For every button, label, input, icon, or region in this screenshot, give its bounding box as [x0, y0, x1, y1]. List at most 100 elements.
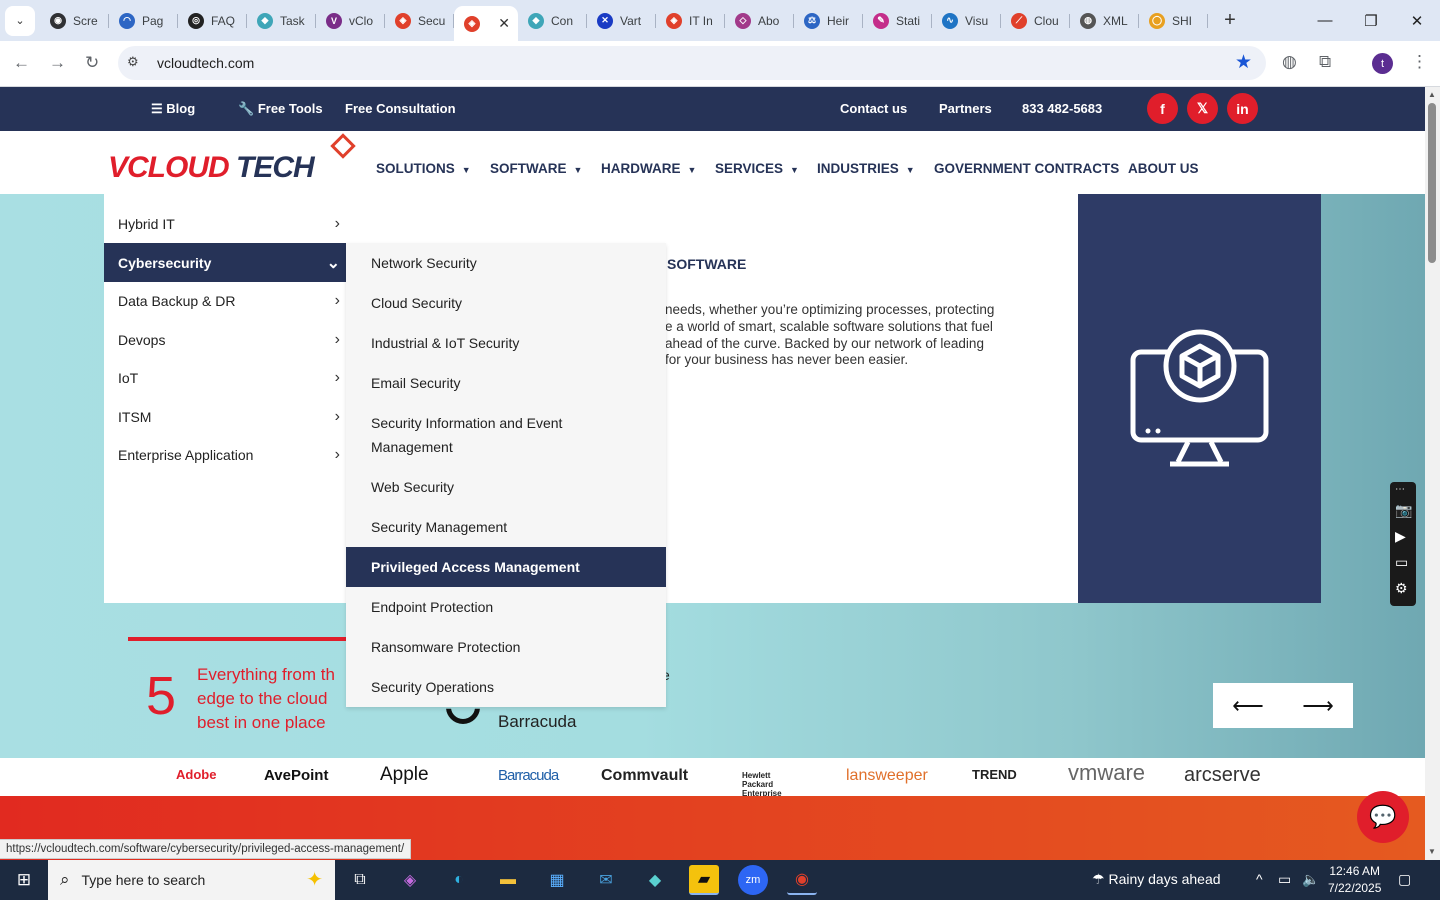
submenu-item[interactable]: Industrial & IoT Security: [346, 327, 666, 359]
chat-widget-button[interactable]: 💬: [1357, 791, 1409, 843]
browser-tab[interactable]: ◈ IT In: [656, 6, 725, 36]
file-explorer-icon[interactable]: ▬: [493, 865, 523, 895]
submenu-item[interactable]: Email Security: [346, 367, 666, 399]
app-cube-icon[interactable]: ◆: [640, 865, 670, 895]
more-icon[interactable]: ⋯: [1395, 484, 1405, 495]
scroll-thumb[interactable]: [1428, 103, 1436, 263]
facebook-icon[interactable]: f: [1147, 93, 1178, 124]
menu-item[interactable]: IoT ›: [104, 358, 346, 397]
task-view-icon[interactable]: ⧉: [345, 865, 375, 895]
menu-item[interactable]: Cybersecurity ⌄: [104, 243, 346, 282]
tab-search-dropdown-icon[interactable]: ⌄: [5, 5, 35, 36]
menu-item[interactable]: Enterprise Application ›: [104, 435, 346, 474]
submenu-item[interactable]: Web Security: [346, 471, 666, 503]
tab-favicon-icon: ◆: [257, 12, 273, 29]
linkedin-icon[interactable]: in: [1227, 93, 1258, 124]
profile-avatar[interactable]: t: [1372, 53, 1393, 74]
chrome-icon[interactable]: ◉: [787, 865, 817, 895]
mail-icon[interactable]: ✉: [591, 865, 621, 895]
nav-services[interactable]: SERVICES ▼: [715, 161, 799, 176]
minimize-icon[interactable]: —: [1302, 0, 1348, 41]
browser-tab[interactable]: ⟋ Clou: [1001, 6, 1070, 36]
browser-tab[interactable]: ◠ Pag: [109, 6, 178, 36]
browser-tab[interactable]: ◈ ✕: [454, 6, 518, 41]
nav-hardware[interactable]: HARDWARE ▼: [601, 161, 696, 176]
bookmark-star-icon[interactable]: ★: [1235, 51, 1252, 74]
nav-solutions[interactable]: SOLUTIONS ▼: [376, 161, 471, 176]
submenu-item[interactable]: Cloud Security: [346, 287, 666, 319]
nav-government-contracts[interactable]: GOVERNMENT CONTRACTS: [934, 161, 1119, 176]
blog-link[interactable]: ☰ Blog: [151, 101, 195, 117]
reload-icon[interactable]: ↻: [85, 53, 99, 73]
extensions-icon[interactable]: ⧉: [1319, 52, 1331, 72]
zoom-icon[interactable]: zm: [738, 865, 768, 895]
camera-icon[interactable]: 📷: [1395, 502, 1412, 519]
browser-tab[interactable]: ◍ XML: [1070, 6, 1139, 36]
menu-item[interactable]: Hybrid IT ›: [104, 204, 346, 243]
submenu-item[interactable]: Security Information and Event Managemen…: [346, 407, 666, 463]
url-text[interactable]: vcloudtech.com: [157, 55, 254, 71]
settings-gear-icon[interactable]: ⚙: [1395, 580, 1408, 597]
network-icon[interactable]: ▭: [1278, 871, 1291, 888]
browser-tab[interactable]: ✎ Stati: [863, 6, 932, 36]
browser-tab[interactable]: ◎ FAQ: [178, 6, 247, 36]
browser-tab[interactable]: VvClo: [316, 6, 385, 36]
video-icon[interactable]: ▶: [1395, 528, 1406, 545]
browser-tab[interactable]: ◉ Scre: [40, 6, 109, 36]
submenu-item[interactable]: Security Operations: [346, 671, 666, 703]
nav-about-us[interactable]: ABOUT US: [1128, 161, 1199, 176]
browser-tab[interactable]: ◆ Con: [518, 6, 587, 36]
sticky-notes-icon[interactable]: ▰: [689, 865, 719, 895]
site-logo[interactable]: VCLOUD TECH: [108, 133, 356, 185]
nav-software[interactable]: SOFTWARE ▼: [490, 161, 582, 176]
submenu-item[interactable]: Ransomware Protection: [346, 631, 666, 663]
browser-tab[interactable]: ◆ Task: [247, 6, 316, 36]
x-twitter-icon[interactable]: 𝕏: [1187, 93, 1218, 124]
forward-icon[interactable]: →: [49, 53, 66, 73]
contact-link[interactable]: Contact us: [840, 101, 907, 116]
tray-chevron-icon[interactable]: ^: [1256, 871, 1263, 887]
submenu-item[interactable]: Network Security: [346, 247, 666, 279]
restore-icon[interactable]: ❐: [1348, 0, 1394, 41]
nav-industries[interactable]: INDUSTRIES ▼: [817, 161, 915, 176]
carousel-prev-button[interactable]: ⟵: [1213, 683, 1283, 728]
partners-link[interactable]: Partners: [939, 101, 992, 116]
windows-start-icon[interactable]: ⊞: [0, 860, 48, 900]
back-icon[interactable]: ←: [13, 53, 30, 73]
browser-tab[interactable]: ◯ SHI: [1139, 6, 1208, 36]
menu-item[interactable]: Devops ›: [104, 320, 346, 359]
scroll-up-icon[interactable]: ▲: [1428, 90, 1436, 99]
submenu-item[interactable]: Endpoint Protection: [346, 591, 666, 623]
menu-item[interactable]: ITSM ›: [104, 397, 346, 436]
submenu-item[interactable]: Security Management: [346, 511, 666, 543]
submenu-item[interactable]: Privileged Access Management: [346, 547, 666, 587]
close-window-icon[interactable]: ✕: [1394, 0, 1440, 41]
weather-widget[interactable]: ☂ Rainy days ahead: [1092, 871, 1221, 888]
volume-icon[interactable]: 🔈: [1302, 871, 1319, 888]
copilot-icon[interactable]: ◈: [395, 865, 425, 895]
site-settings-icon[interactable]: ⚙: [127, 54, 139, 70]
notifications-icon[interactable]: ▢: [1398, 871, 1411, 888]
free-tools-link[interactable]: 🔧 Free Tools: [238, 101, 323, 117]
menu-item[interactable]: Data Backup & DR ›: [104, 281, 346, 320]
taskbar-search-box[interactable]: ⌕ Type here to search ✦: [48, 860, 335, 900]
browser-tab[interactable]: ✕ Vart: [587, 6, 656, 36]
omnibox[interactable]: ⚙ vcloudtech.com ★: [118, 46, 1266, 80]
tab-close-icon[interactable]: ✕: [498, 15, 510, 32]
new-tab-button[interactable]: +: [1218, 9, 1242, 32]
edge-icon[interactable]: ◐: [444, 865, 474, 895]
carousel-next-button[interactable]: ⟶: [1283, 683, 1353, 728]
browser-tab[interactable]: ◈ Secu: [385, 6, 454, 36]
window-capture-icon[interactable]: ▭: [1395, 554, 1408, 571]
browser-tab[interactable]: ∿ Visu: [932, 6, 1001, 36]
taskbar-clock[interactable]: 12:46 AM 7/22/2025: [1328, 863, 1381, 897]
menu-kebab-icon[interactable]: ⋮: [1411, 52, 1428, 72]
page-scrollbar[interactable]: ▲ ▼: [1425, 87, 1440, 860]
browser-tab[interactable]: ◇ Abo: [725, 6, 794, 36]
free-consultation-link[interactable]: Free Consultation: [345, 101, 456, 116]
store-icon[interactable]: ▦: [542, 865, 572, 895]
scroll-down-icon[interactable]: ▼: [1428, 847, 1436, 856]
translate-icon[interactable]: ◍: [1282, 52, 1297, 72]
phone-link[interactable]: 833 482-5683: [1022, 101, 1102, 116]
browser-tab[interactable]: ⚖ Heir: [794, 6, 863, 36]
